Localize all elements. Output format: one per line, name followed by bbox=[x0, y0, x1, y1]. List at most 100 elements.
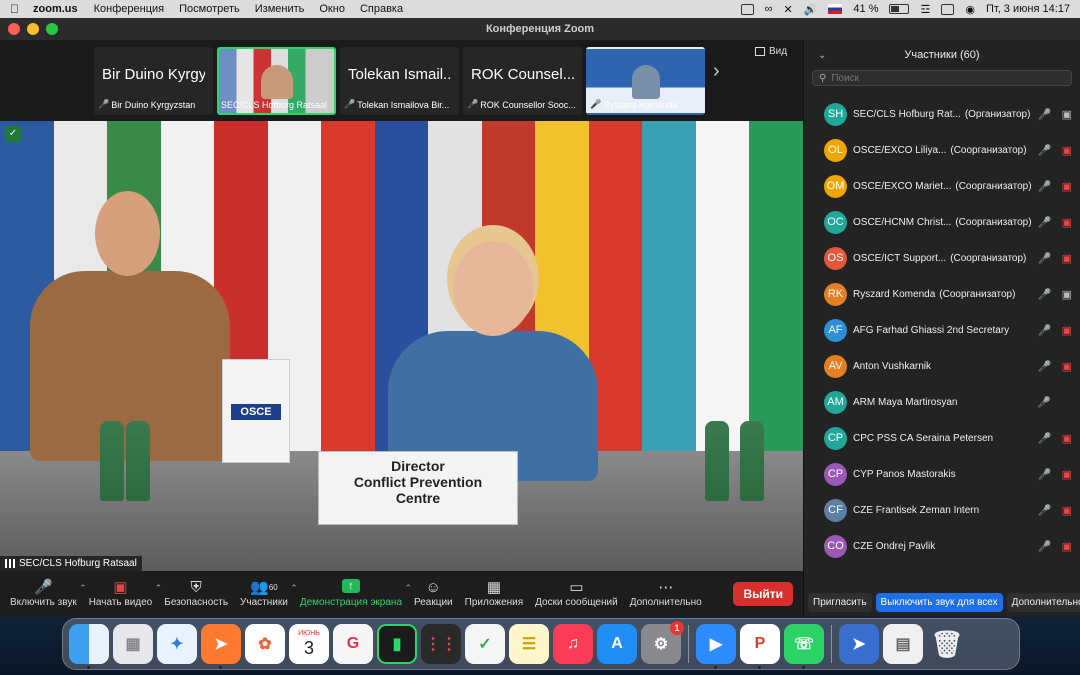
participant-row[interactable]: AM ARM Maya Martirosyan 🎤 bbox=[804, 384, 1080, 420]
close-window-button[interactable] bbox=[8, 23, 20, 35]
thumbnail-bir-duino[interactable]: Bir Duino Kyrgyz... 🎤Bir Duino Kyrgyzsta… bbox=[94, 47, 213, 115]
camera-off-icon[interactable]: ▣ bbox=[1062, 144, 1072, 157]
mic-muted-icon[interactable]: 🎤 bbox=[1038, 216, 1052, 229]
participant-row[interactable]: OM OSCE/EXCO Mariet... (Соорганизатор) 🎤 ▣ bbox=[804, 168, 1080, 204]
camera-off-icon[interactable]: ▣ bbox=[1062, 324, 1072, 337]
voice-memos-icon[interactable]: ⋮⋮ bbox=[421, 624, 461, 664]
participant-row[interactable]: CP CYP Panos Mastorakis 🎤 ▣ bbox=[804, 456, 1080, 492]
thumbnail-hofburg-ratsaal[interactable]: SEC/CLS Hofburg Ratsaal bbox=[217, 47, 336, 115]
rocket-app-icon[interactable]: ➤ bbox=[201, 624, 241, 669]
menu-app-name[interactable]: zoom.us bbox=[33, 3, 78, 15]
thumbnail-tolekan-ismailova[interactable]: Tolekan Ismail... 🎤 Tolekan Ismailova Bir… bbox=[340, 47, 459, 115]
participant-search[interactable]: ⚲ bbox=[812, 70, 1072, 86]
menu-window[interactable]: Окно bbox=[319, 3, 345, 15]
mute-all-button[interactable]: Выключить звук для всех bbox=[875, 592, 1003, 612]
adguard-icon[interactable]: ✓ bbox=[465, 624, 505, 664]
calendar-icon[interactable]: ИЮНЬ 3 bbox=[289, 624, 329, 664]
mic-muted-icon[interactable]: 🎤 bbox=[1038, 324, 1052, 337]
zoom-icon[interactable]: ▶ bbox=[696, 624, 736, 669]
invite-button[interactable]: Пригласить bbox=[808, 592, 872, 612]
battery-icon[interactable] bbox=[889, 4, 910, 14]
thumbnail-rok-counsellor[interactable]: ROK Counsel... 🎤 ROK Counsellor Sooc... bbox=[463, 47, 582, 115]
share-screen-button[interactable]: ↑ Демонстрация экрана ⌃ bbox=[294, 579, 412, 608]
app-store-icon[interactable]: A bbox=[597, 624, 637, 664]
camera-off-icon[interactable]: ▣ bbox=[1062, 252, 1072, 265]
camera-off-icon[interactable]: ▣ bbox=[1062, 432, 1072, 445]
next-page-arrow-icon[interactable]: › bbox=[713, 60, 720, 83]
reactions-button[interactable]: ☺ Реакции bbox=[408, 579, 459, 608]
participants-button[interactable]: 👥60 Участники ⌃ bbox=[234, 579, 298, 608]
trash-icon[interactable]: 🗑 bbox=[927, 624, 967, 664]
camera-icon[interactable]: ▣ bbox=[1062, 108, 1072, 121]
mic-muted-icon[interactable]: 🎤 bbox=[1038, 144, 1052, 157]
mic-muted-icon[interactable]: 🎤 bbox=[1038, 288, 1052, 301]
camera-off-icon[interactable]: ▣ bbox=[1062, 216, 1072, 229]
participant-row[interactable]: RK Ryszard Komenda (Соорганизатор) 🎤 ▣ bbox=[804, 276, 1080, 312]
menu-conference[interactable]: Конференция bbox=[94, 3, 164, 15]
camera-off-icon[interactable]: ▣ bbox=[1062, 504, 1072, 517]
launchpad-icon[interactable]: ▦ bbox=[113, 624, 153, 664]
music-icon[interactable]: ♫ bbox=[553, 624, 593, 664]
screen-record-icon[interactable] bbox=[740, 3, 754, 15]
minimize-window-button[interactable] bbox=[27, 23, 39, 35]
more-button[interactable]: ⋯ Дополнительно bbox=[624, 579, 708, 608]
camera-off-icon[interactable]: ▣ bbox=[1062, 360, 1072, 373]
powerpoint-icon[interactable]: P bbox=[740, 624, 780, 669]
notes-icon[interactable]: ☰ bbox=[509, 624, 549, 664]
control-center-icon[interactable] bbox=[941, 3, 955, 15]
mic-muted-icon[interactable]: 🎤 bbox=[1037, 396, 1051, 409]
apple-menu-icon[interactable]:  bbox=[10, 2, 19, 16]
whatsapp-icon[interactable]: ☏ bbox=[784, 624, 824, 669]
participant-row[interactable]: CO CZE Ondrej Pavlik 🎤 ▣ bbox=[804, 528, 1080, 564]
menu-view[interactable]: Посмотреть bbox=[179, 3, 240, 15]
fullscreen-window-button[interactable] bbox=[46, 23, 58, 35]
participant-row[interactable]: OS OSCE/ICT Support... (Соорганизатор) 🎤 ▣ bbox=[804, 240, 1080, 276]
safari-icon[interactable]: ✦ bbox=[157, 624, 197, 664]
siri-icon[interactable]: ◉ bbox=[965, 3, 975, 16]
recent-app-icon[interactable]: ➤ bbox=[839, 624, 879, 664]
finder-icon[interactable] bbox=[69, 624, 109, 669]
link-icon[interactable]: ∞ bbox=[765, 3, 773, 15]
collapse-panel-chevron-icon[interactable]: ⌄ bbox=[818, 50, 826, 61]
menu-clock[interactable]: Пт, 3 июня 14:17 bbox=[986, 3, 1070, 15]
activity-monitor-icon[interactable]: ▮ bbox=[377, 624, 417, 664]
camera-off-icon[interactable]: ▣ bbox=[1062, 540, 1072, 553]
photos-icon[interactable]: ✿ bbox=[245, 624, 285, 664]
menu-edit[interactable]: Изменить bbox=[255, 3, 305, 15]
camera-icon[interactable]: ▣ bbox=[1062, 288, 1072, 301]
mic-muted-icon[interactable]: 🎤 bbox=[1038, 432, 1052, 445]
mic-muted-icon[interactable]: 🎤 bbox=[1038, 468, 1052, 481]
security-button[interactable]: ⛨ Безопасность bbox=[158, 579, 234, 608]
active-speaker-video[interactable]: OSCE Director Conflict Prevention Centre… bbox=[0, 121, 803, 571]
mic-muted-icon[interactable]: 🎤 bbox=[1038, 540, 1052, 553]
camera-off-icon[interactable]: ▣ bbox=[1062, 468, 1072, 481]
volume-icon[interactable]: 🔊 bbox=[804, 3, 818, 16]
camera-off-icon[interactable]: ▣ bbox=[1062, 180, 1072, 193]
participant-row[interactable]: AV Anton Vushkarnik 🎤 ▣ bbox=[804, 348, 1080, 384]
view-button[interactable]: Вид bbox=[755, 46, 787, 57]
whiteboards-button[interactable]: ▭ Доски сообщений bbox=[529, 579, 624, 608]
participant-row[interactable]: CP CPC PSS CA Seraina Petersen 🎤 ▣ bbox=[804, 420, 1080, 456]
unmute-button[interactable]: 🎤 Включить звук ⌃ bbox=[4, 579, 87, 608]
leave-button[interactable]: Выйти bbox=[733, 581, 793, 606]
start-video-button[interactable]: ▣ Начать видео ⌃ bbox=[83, 579, 163, 608]
bluetooth-off-icon[interactable]: ✕ bbox=[783, 3, 792, 16]
participant-row[interactable]: CF CZE Frantisek Zeman Intern 🎤 ▣ bbox=[804, 492, 1080, 528]
system-settings-icon[interactable]: ⚙ 1 bbox=[641, 621, 684, 664]
encryption-shield-icon[interactable]: ✓ bbox=[5, 126, 21, 142]
participant-row[interactable]: SH SEC/CLS Hofburg Rat... (Организатор) 🎤 ▣ bbox=[804, 96, 1080, 132]
participant-row[interactable]: OL OSCE/EXCO Liliya... (Соорганизатор) 🎤 ▣ bbox=[804, 132, 1080, 168]
mic-muted-icon[interactable]: 🎤 bbox=[1038, 360, 1052, 373]
mic-muted-icon[interactable]: 🎤 bbox=[1038, 180, 1052, 193]
mic-muted-icon[interactable]: 🎤 bbox=[1038, 252, 1052, 265]
mic-muted-icon[interactable]: 🎤 bbox=[1038, 504, 1052, 517]
wifi-icon[interactable]: ☲ bbox=[920, 3, 930, 16]
participant-row[interactable]: AF AFG Farhad Ghiassi 2nd Secretary 🎤 ▣ bbox=[804, 312, 1080, 348]
thumbnail-ryszard-komenda[interactable]: 🎤 Ryszard Komenda bbox=[586, 47, 705, 115]
mic-icon[interactable]: 🎤 bbox=[1038, 108, 1052, 121]
menu-help[interactable]: Справка bbox=[360, 3, 403, 15]
grammarly-icon[interactable]: G bbox=[333, 624, 373, 664]
participant-row[interactable]: OC OSCE/HCNM Christ... (Соорганизатор) 🎤 ▣ bbox=[804, 204, 1080, 240]
participant-search-input[interactable] bbox=[831, 72, 1062, 84]
input-language-icon[interactable] bbox=[828, 4, 843, 14]
